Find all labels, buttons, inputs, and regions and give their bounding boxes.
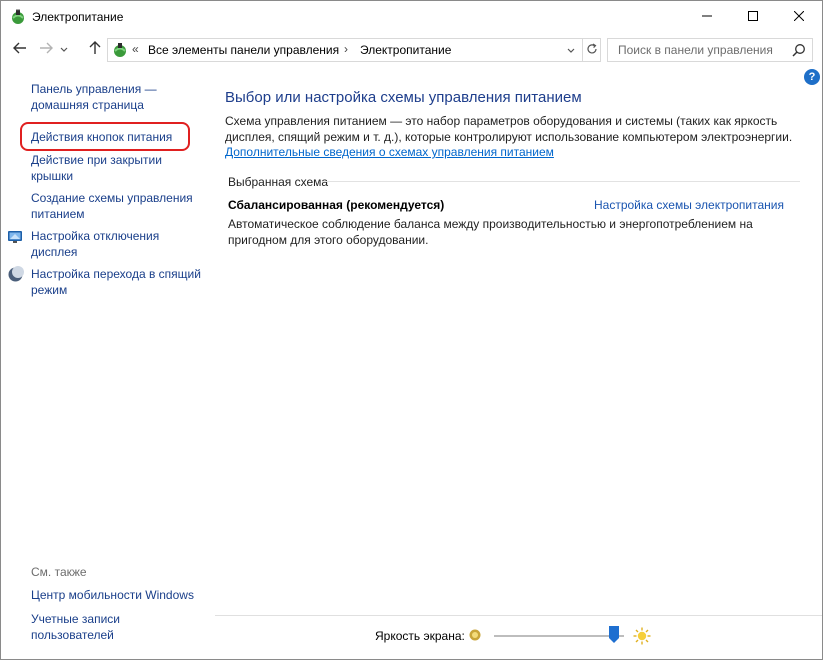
forward-arrow-icon [39, 42, 53, 57]
display-shield-icon [7, 228, 24, 245]
address-bar[interactable]: « Все элементы панели управления › Элект… [107, 38, 601, 62]
sidebar-link-sleep-mode[interactable]: Настройка перехода в спящий режим [31, 266, 201, 298]
search-input[interactable] [608, 39, 788, 61]
plan-description: Автоматическое соблюдение баланса между … [228, 217, 753, 247]
close-button[interactable] [776, 1, 822, 32]
sidebar: Панель управления — домашняя страница Де… [1, 66, 215, 659]
title-bar: Электропитание [1, 1, 822, 32]
address-overflow[interactable]: « [132, 42, 139, 56]
plan-settings-link[interactable]: Настройка схемы электропитания [594, 198, 784, 212]
search-box[interactable] [607, 38, 813, 62]
navigation-bar: « Все элементы панели управления › Элект… [1, 32, 822, 66]
sidebar-link-power-buttons[interactable]: Действия кнопок питания [31, 129, 201, 145]
chevron-down-icon [60, 42, 68, 56]
minimize-icon [702, 10, 712, 24]
sun-dim-icon [468, 628, 482, 642]
power-options-window: Электропитание « Все элементы панели упр… [0, 0, 823, 660]
brightness-label: Яркость экрана: [375, 629, 465, 643]
control-panel-icon [112, 42, 128, 58]
page-title: Выбор или настройка схемы управления пит… [225, 89, 582, 106]
sidebar-link-mobility-center[interactable]: Центр мобильности Windows [31, 587, 201, 603]
back-arrow-icon [13, 42, 27, 57]
breadcrumb-all-items[interactable]: Все элементы панели управления [148, 43, 339, 57]
brightness-slider-thumb[interactable] [608, 626, 620, 644]
window-title: Электропитание [32, 10, 124, 24]
power-options-icon [10, 9, 26, 25]
maximize-icon [748, 10, 758, 24]
maximize-button[interactable] [730, 1, 776, 32]
sidebar-link-user-accounts[interactable]: Учетные записи пользователей [31, 611, 201, 643]
sidebar-link-lid-close[interactable]: Действие при закрытии крышки [31, 152, 201, 184]
help-icon[interactable]: ? [804, 69, 820, 85]
address-dropdown-button[interactable] [564, 41, 578, 59]
sidebar-link-home[interactable]: Панель управления — домашняя страница [31, 81, 201, 113]
back-button[interactable] [11, 40, 29, 58]
moon-icon [7, 266, 24, 283]
up-arrow-icon [89, 40, 101, 58]
recent-locations-button[interactable] [58, 40, 70, 58]
sidebar-link-display-off[interactable]: Настройка отключения дисплея [31, 228, 201, 260]
sidebar-link-create-plan[interactable]: Создание схемы управления питанием [31, 190, 201, 222]
plan-name: Сбалансированная (рекомендуется) [228, 198, 445, 212]
brightness-slider-track[interactable] [494, 635, 624, 637]
section-divider [324, 181, 800, 182]
search-icon[interactable] [792, 43, 806, 57]
page-description: Схема управления питанием — это набор па… [225, 114, 793, 144]
chevron-down-icon [567, 43, 575, 57]
forward-button[interactable] [37, 40, 55, 58]
breadcrumb-separator[interactable]: › [344, 42, 348, 56]
up-button[interactable] [86, 40, 104, 58]
see-also-heading: См. также [31, 565, 87, 579]
bottom-divider [215, 615, 822, 616]
minimize-button[interactable] [684, 1, 730, 32]
breadcrumb-power-options[interactable]: Электропитание [360, 43, 451, 57]
more-info-link[interactable]: Дополнительные сведения о схемах управле… [225, 145, 554, 159]
sun-bright-icon [633, 627, 651, 645]
refresh-button[interactable] [582, 39, 601, 61]
selected-scheme-label: Выбранная схема [228, 175, 329, 189]
close-icon [793, 10, 805, 24]
refresh-icon [586, 42, 598, 58]
